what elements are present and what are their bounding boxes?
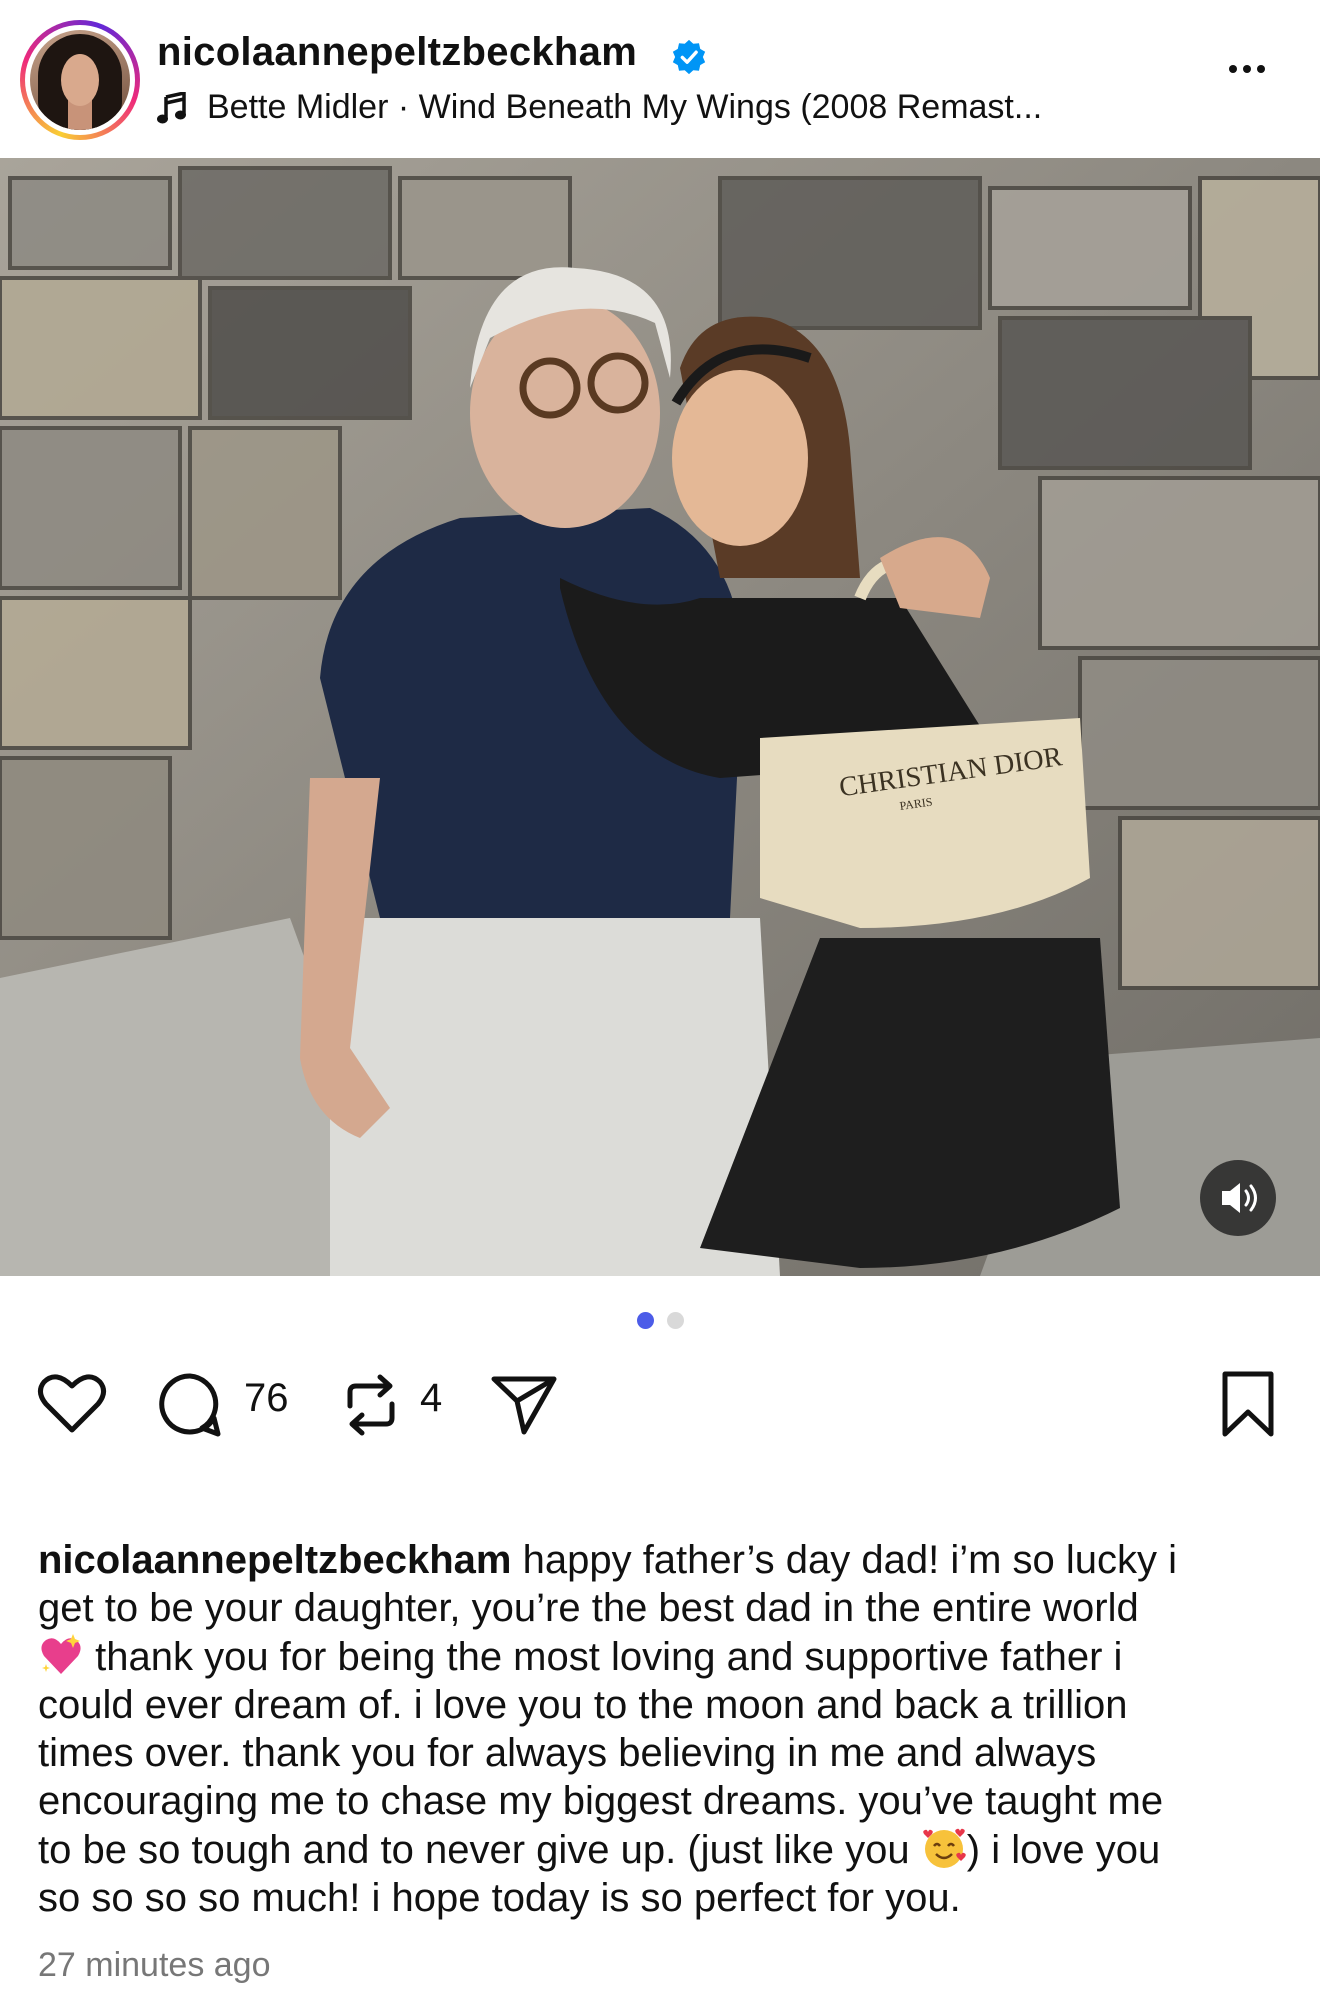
smiling-face-with-hearts-emoji bbox=[922, 1828, 966, 1868]
music-track[interactable]: Bette Midler · Wind Beneath My Wings (20… bbox=[207, 88, 1042, 127]
caption-username[interactable]: nicolaannepeltzbeckham bbox=[38, 1538, 511, 1582]
carousel-dot bbox=[667, 1312, 684, 1329]
post-timestamp: 27 minutes ago bbox=[38, 1946, 271, 1984]
repost-icon[interactable] bbox=[340, 1372, 402, 1438]
caption-line-3: thank you for being the most loving and … bbox=[38, 1632, 1288, 1681]
carousel-indicator bbox=[0, 1312, 1320, 1332]
sparkling-heart-emoji bbox=[41, 1634, 81, 1674]
caption-line-7: to be so tough and to never give up. (ju… bbox=[38, 1825, 1288, 1874]
story-ring[interactable] bbox=[20, 20, 140, 140]
ellipsis-icon bbox=[1229, 65, 1237, 73]
action-bar: 76 4 bbox=[0, 1360, 1320, 1450]
music-note-icon bbox=[157, 92, 186, 124]
heart-icon[interactable] bbox=[36, 1370, 108, 1436]
post-photo[interactable]: CHRISTIAN DIOR PARIS bbox=[0, 158, 1320, 1276]
share-icon[interactable] bbox=[490, 1374, 558, 1436]
caption-line-1: nicolaannepeltzbeckham happy father’s da… bbox=[38, 1538, 1178, 1582]
post-header: nicolaannepeltzbeckham Bette Midler · Wi… bbox=[0, 0, 1320, 158]
comment-count[interactable]: 76 bbox=[244, 1376, 289, 1421]
verified-badge-icon bbox=[672, 39, 706, 75]
carousel-dot-active bbox=[637, 1312, 654, 1329]
caption-line-2: get to be your daughter, you’re the best… bbox=[38, 1586, 1139, 1630]
caption: nicolaannepeltzbeckham happy father’s da… bbox=[38, 1536, 1288, 1922]
more-options-button[interactable] bbox=[1226, 60, 1274, 90]
caption-line-8: so so so so much! i hope today is so per… bbox=[38, 1876, 961, 1920]
username[interactable]: nicolaannepeltzbeckham bbox=[157, 30, 637, 75]
audio-toggle-button[interactable] bbox=[1200, 1160, 1276, 1236]
caption-line-5: times over. thank you for always believi… bbox=[38, 1731, 1097, 1775]
comment-icon[interactable] bbox=[156, 1372, 224, 1438]
bookmark-icon[interactable] bbox=[1220, 1370, 1276, 1440]
caption-line-6: encouraging me to chase my biggest dream… bbox=[38, 1779, 1164, 1823]
speaker-icon bbox=[1222, 1183, 1257, 1213]
avatar[interactable] bbox=[30, 30, 130, 130]
repost-count[interactable]: 4 bbox=[420, 1376, 442, 1421]
caption-line-4: could ever dream of. i love you to the m… bbox=[38, 1683, 1128, 1727]
